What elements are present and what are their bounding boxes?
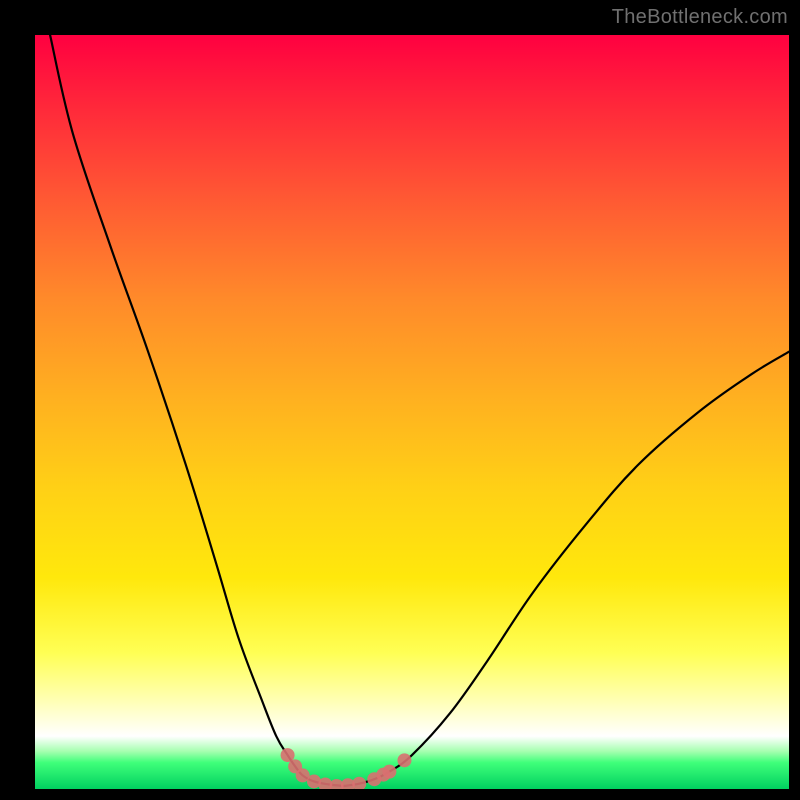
watermark-text: TheBottleneck.com (612, 6, 788, 29)
data-point (352, 777, 366, 789)
data-point (382, 765, 396, 779)
right-curve (344, 352, 789, 786)
data-point (397, 753, 411, 767)
left-curve (50, 35, 344, 786)
chart-svg (35, 35, 789, 789)
chart-frame: TheBottleneck.com (0, 0, 800, 800)
plot-area (35, 35, 789, 789)
marker-group (281, 748, 412, 789)
